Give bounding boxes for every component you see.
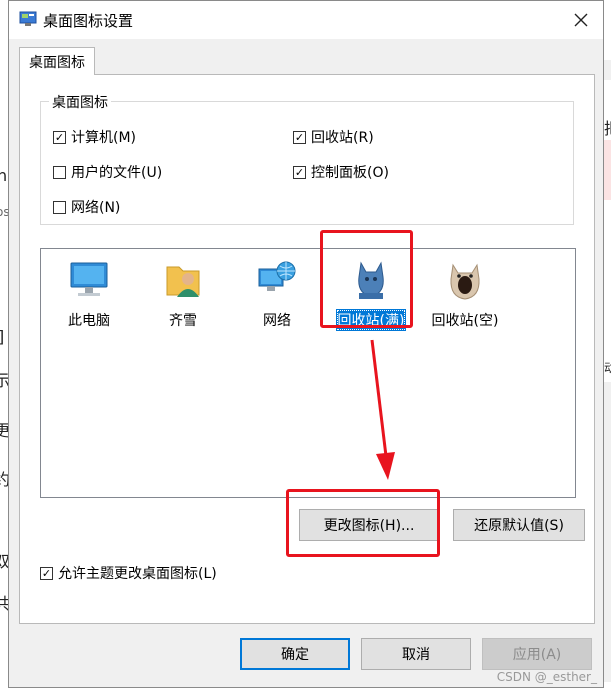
icon-item-network[interactable]: 网络 [239,257,315,331]
bg-text: n [0,166,8,185]
cat-mouth-open-icon [450,263,480,300]
close-button[interactable] [567,7,595,33]
apply-button[interactable]: 应用(A) [482,638,592,670]
checkbox-label: 计算机(M) [71,130,137,146]
checkbox-box [53,165,66,179]
checkbox-allow-theme[interactable]: ✓ 允许主题更改桌面图标(L) [40,563,217,583]
bg-text: 动 [604,361,611,375]
checkbox-box: ✓ [293,130,306,144]
icon-label: 回收站(空) [431,313,499,329]
annotation-box-selected-icon [320,230,413,328]
control-panel-icon [19,11,37,26]
network-icon [258,261,296,291]
checkbox-label: 用户的文件(U) [71,165,163,181]
checkbox-computer[interactable]: ✓ 计算机(M) [53,127,136,147]
checkbox-label: 允许主题更改桌面图标(L) [58,566,217,582]
checkbox-label: 控制面板(O) [311,165,389,181]
checkbox-network[interactable]: 网络(N) [53,197,120,217]
checkbox-box: ✓ [293,165,306,179]
tab-desktop-icons[interactable]: 桌面图标 [19,47,95,75]
icon-item-this-pc[interactable]: 此电脑 [51,257,127,331]
icon-item-user-folder[interactable]: 齐雪 [145,257,221,331]
icon-list[interactable]: 此电脑 齐雪 网络 回收站(满) 回收站(空) [40,248,576,498]
icon-item-recycle-bin-empty[interactable]: 回收站(空) [427,257,503,331]
icon-label: 此电脑 [68,313,110,329]
cancel-button[interactable]: 取消 [361,638,471,670]
checkbox-box [53,200,66,214]
checkbox-box: ✓ [40,566,53,580]
bg-bar [604,140,611,200]
checkbox-control-panel[interactable]: ✓ 控制面板(O) [293,162,389,182]
checkbox-label: 网络(N) [71,200,121,216]
desktop-icon-settings-dialog: 桌面图标设置 桌面图标 桌面图标 ✓ 计算机(M) ✓ 回收站(R) 用户的文件… [8,0,604,688]
icon-label: 网络 [263,313,291,329]
bg-text: 把 [604,115,611,139]
user-folder-icon [166,266,200,297]
annotation-arrow-icon [370,339,395,480]
bg-text: ] [0,327,4,346]
bg-bar [604,382,611,682]
checkbox-recycle-bin[interactable]: ✓ 回收站(R) [293,127,374,147]
checkbox-box: ✓ [53,130,66,144]
close-icon [574,13,588,27]
window-title: 桌面图标设置 [43,12,134,30]
restore-default-button[interactable]: 还原默认值(S) [453,509,585,541]
desktop-icons-group: 桌面图标 ✓ 计算机(M) ✓ 回收站(R) 用户的文件(U) ✓ 控制面板(O… [40,92,574,225]
monitor-icon [70,262,108,296]
checkbox-user-files[interactable]: 用户的文件(U) [53,162,162,182]
checkbox-label: 回收站(R) [311,130,374,146]
title-bar: 桌面图标设置 [9,1,603,39]
watermark: CSDN @_esther_ [496,670,597,684]
icon-label: 齐雪 [169,313,197,329]
bg-bar [604,60,611,80]
annotation-box-change-icon [286,489,440,557]
ok-button[interactable]: 确定 [240,638,350,670]
group-label: 桌面图标 [49,92,111,112]
